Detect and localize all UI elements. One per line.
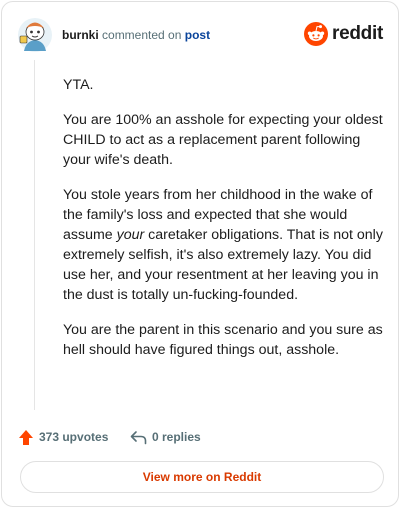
upvote-arrow-icon — [19, 429, 33, 445]
comment-meta: burnki commented on post — [62, 28, 210, 42]
comment-paragraph: YTA. — [63, 77, 94, 93]
view-more-button[interactable]: View more on Reddit — [20, 461, 384, 493]
reddit-wordmark: reddit — [332, 23, 383, 44]
user-avatar[interactable] — [18, 18, 52, 52]
reply-arrow-icon — [130, 430, 147, 444]
upvote-button[interactable]: 373 upvotes — [18, 426, 108, 448]
reply-button[interactable]: 0 replies — [130, 426, 201, 448]
username[interactable]: burnki — [62, 28, 99, 42]
emphasis-text: your — [116, 227, 145, 243]
reddit-snoo-icon — [304, 22, 328, 46]
upvote-count: 373 upvotes — [39, 430, 109, 444]
comment-card: burnki commented on post reddit YTA. You… — [1, 1, 399, 507]
comment-paragraph: You are 100% an asshole for expecting yo… — [63, 112, 383, 168]
comment-paragraph: You are the parent in this scenario and … — [63, 322, 383, 358]
reddit-logo[interactable]: reddit — [304, 22, 383, 48]
commented-on-text: commented on — [102, 28, 182, 42]
comment-body: YTA. You are 100% an asshole for expecti… — [63, 75, 385, 375]
reply-count: 0 replies — [152, 430, 201, 444]
thread-line — [34, 60, 35, 410]
comment-paragraph: You stole years from her childhood in th… — [63, 187, 383, 303]
post-link[interactable]: post — [185, 28, 210, 42]
comment-header: burnki commented on post reddit — [18, 18, 383, 52]
